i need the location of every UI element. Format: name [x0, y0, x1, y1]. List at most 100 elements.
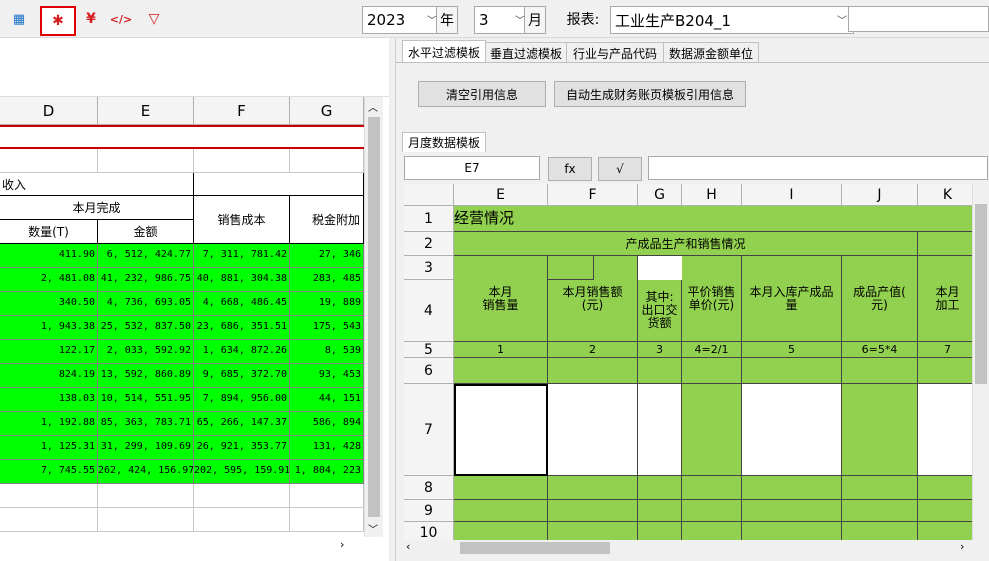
- template-vertical-scrollbar[interactable]: [972, 184, 989, 540]
- data-cell[interactable]: 44, 151: [290, 388, 364, 412]
- grid-cell[interactable]: [638, 358, 682, 384]
- fx-button[interactable]: fx: [548, 157, 592, 181]
- data-cell[interactable]: 411.90: [0, 244, 98, 268]
- grid-cell[interactable]: [548, 384, 638, 476]
- data-cell[interactable]: 19, 889: [290, 292, 364, 316]
- tab-horizontal-filter[interactable]: 水平过滤模板: [402, 40, 486, 63]
- grid-cell[interactable]: [918, 358, 972, 384]
- column-header[interactable]: G: [290, 97, 364, 125]
- column-header[interactable]: D: [0, 97, 98, 125]
- tab-vertical-filter[interactable]: 垂直过滤模板: [485, 42, 567, 63]
- data-cell[interactable]: 2, 033, 592.92: [98, 340, 194, 364]
- data-cell[interactable]: 31, 299, 109.69: [98, 436, 194, 460]
- grid-cell[interactable]: [548, 256, 594, 280]
- grid-cell[interactable]: [98, 484, 194, 508]
- grid-cell[interactable]: [742, 522, 842, 540]
- grid-cell[interactable]: [454, 476, 548, 500]
- data-cell[interactable]: 8, 539: [290, 340, 364, 364]
- data-cell[interactable]: 25, 532, 837.50: [98, 316, 194, 340]
- data-cell[interactable]: 1, 804, 223: [290, 460, 364, 484]
- scroll-right-icon[interactable]: ›: [340, 538, 344, 551]
- data-cell[interactable]: 7, 311, 781.42: [194, 244, 290, 268]
- left-spreadsheet[interactable]: D E F G 收入 本月完成 数量(T) 金额 销售成本 税金附加 411.9…: [0, 38, 389, 561]
- data-cell[interactable]: 85, 363, 783.71: [98, 412, 194, 436]
- grid-cell[interactable]: [842, 358, 918, 384]
- clear-reference-button[interactable]: 清空引用信息: [418, 81, 546, 107]
- scroll-up-icon[interactable]: ︿: [368, 99, 378, 114]
- formula-input[interactable]: [648, 156, 988, 180]
- grid-cell[interactable]: [842, 522, 918, 540]
- grid-cell[interactable]: [548, 358, 638, 384]
- data-cell[interactable]: 586, 894: [290, 412, 364, 436]
- column-header[interactable]: F: [194, 97, 290, 125]
- template-horizontal-scrollbar[interactable]: ‹ ›: [404, 540, 972, 556]
- cell-reference-box[interactable]: E7: [404, 156, 540, 180]
- data-cell[interactable]: 340.50: [0, 292, 98, 316]
- scroll-thumb[interactable]: [460, 542, 610, 554]
- grid-cell[interactable]: [0, 149, 98, 173]
- tab-industry-code[interactable]: 行业与产品代码: [566, 42, 664, 63]
- grid-cell[interactable]: [918, 384, 972, 476]
- grid-cell[interactable]: [548, 500, 638, 522]
- data-cell[interactable]: 1, 634, 872.26: [194, 340, 290, 364]
- grid-cell[interactable]: [682, 384, 742, 476]
- yen-icon[interactable]: ¥: [80, 8, 102, 30]
- column-header[interactable]: E: [454, 184, 548, 206]
- data-cell[interactable]: 1, 943.38: [0, 316, 98, 340]
- column-header[interactable]: I: [742, 184, 842, 206]
- data-cell[interactable]: 138.03: [0, 388, 98, 412]
- tab-amount-unit[interactable]: 数据源金额单位: [663, 42, 759, 63]
- data-cell[interactable]: 2, 481.08: [0, 268, 98, 292]
- row-header[interactable]: 8: [404, 476, 454, 500]
- row-header[interactable]: 10: [404, 522, 454, 540]
- vertical-scrollbar[interactable]: ︿ ﹀: [364, 97, 383, 537]
- data-cell[interactable]: 131, 428: [290, 436, 364, 460]
- scroll-left-icon[interactable]: ‹: [406, 540, 410, 553]
- data-cell[interactable]: 1, 125.31: [0, 436, 98, 460]
- scroll-thumb[interactable]: [368, 117, 380, 517]
- data-cell[interactable]: 262, 424, 156.97: [98, 460, 194, 484]
- data-cell[interactable]: 175, 543: [290, 316, 364, 340]
- data-cell[interactable]: 4, 668, 486.45: [194, 292, 290, 316]
- grid-cell[interactable]: [0, 508, 98, 532]
- column-header[interactable]: F: [548, 184, 638, 206]
- grid-cell[interactable]: [842, 384, 918, 476]
- grid-cell[interactable]: [682, 500, 742, 522]
- grid-cell[interactable]: [98, 508, 194, 532]
- scroll-thumb[interactable]: [975, 204, 987, 384]
- row-header[interactable]: 7: [404, 384, 454, 476]
- grid-cell[interactable]: [194, 484, 290, 508]
- grid-cell[interactable]: [682, 476, 742, 500]
- data-cell[interactable]: 7, 745.55: [0, 460, 98, 484]
- column-header[interactable]: H: [682, 184, 742, 206]
- grid-cell[interactable]: [842, 476, 918, 500]
- data-cell[interactable]: 40, 881, 304.38: [194, 268, 290, 292]
- scroll-down-icon[interactable]: ﹀: [368, 521, 378, 536]
- column-header[interactable]: J: [842, 184, 918, 206]
- auto-generate-button[interactable]: 自动生成财务账页模板引用信息: [554, 81, 746, 107]
- data-cell[interactable]: 122.17: [0, 340, 98, 364]
- data-cell[interactable]: 26, 921, 353.77: [194, 436, 290, 460]
- grid-cell[interactable]: [638, 500, 682, 522]
- row-header[interactable]: 2: [404, 232, 454, 256]
- tab-monthly-template[interactable]: 月度数据模板: [402, 132, 486, 152]
- row-header[interactable]: 3: [404, 256, 454, 280]
- grid-cell[interactable]: [0, 484, 98, 508]
- row-header[interactable]: 5: [404, 342, 454, 358]
- data-cell[interactable]: 202, 595, 159.91: [194, 460, 290, 484]
- data-cell[interactable]: 9, 685, 372.70: [194, 364, 290, 388]
- row-header[interactable]: 9: [404, 500, 454, 522]
- filter-icon[interactable]: ▽: [143, 8, 165, 30]
- grid-cell[interactable]: [638, 384, 682, 476]
- grid-cell[interactable]: [290, 508, 364, 532]
- grid-cell[interactable]: [682, 358, 742, 384]
- grid-cell[interactable]: [548, 522, 638, 540]
- data-cell[interactable]: 1, 192.88: [0, 412, 98, 436]
- row-header[interactable]: 1: [404, 206, 454, 232]
- grid-cell[interactable]: [290, 484, 364, 508]
- grid-cell[interactable]: [682, 522, 742, 540]
- month-select[interactable]: 3 ﹀: [474, 6, 530, 34]
- scroll-right-icon[interactable]: ›: [960, 540, 964, 553]
- grid-cell[interactable]: [290, 149, 364, 173]
- data-cell[interactable]: 27, 346: [290, 244, 364, 268]
